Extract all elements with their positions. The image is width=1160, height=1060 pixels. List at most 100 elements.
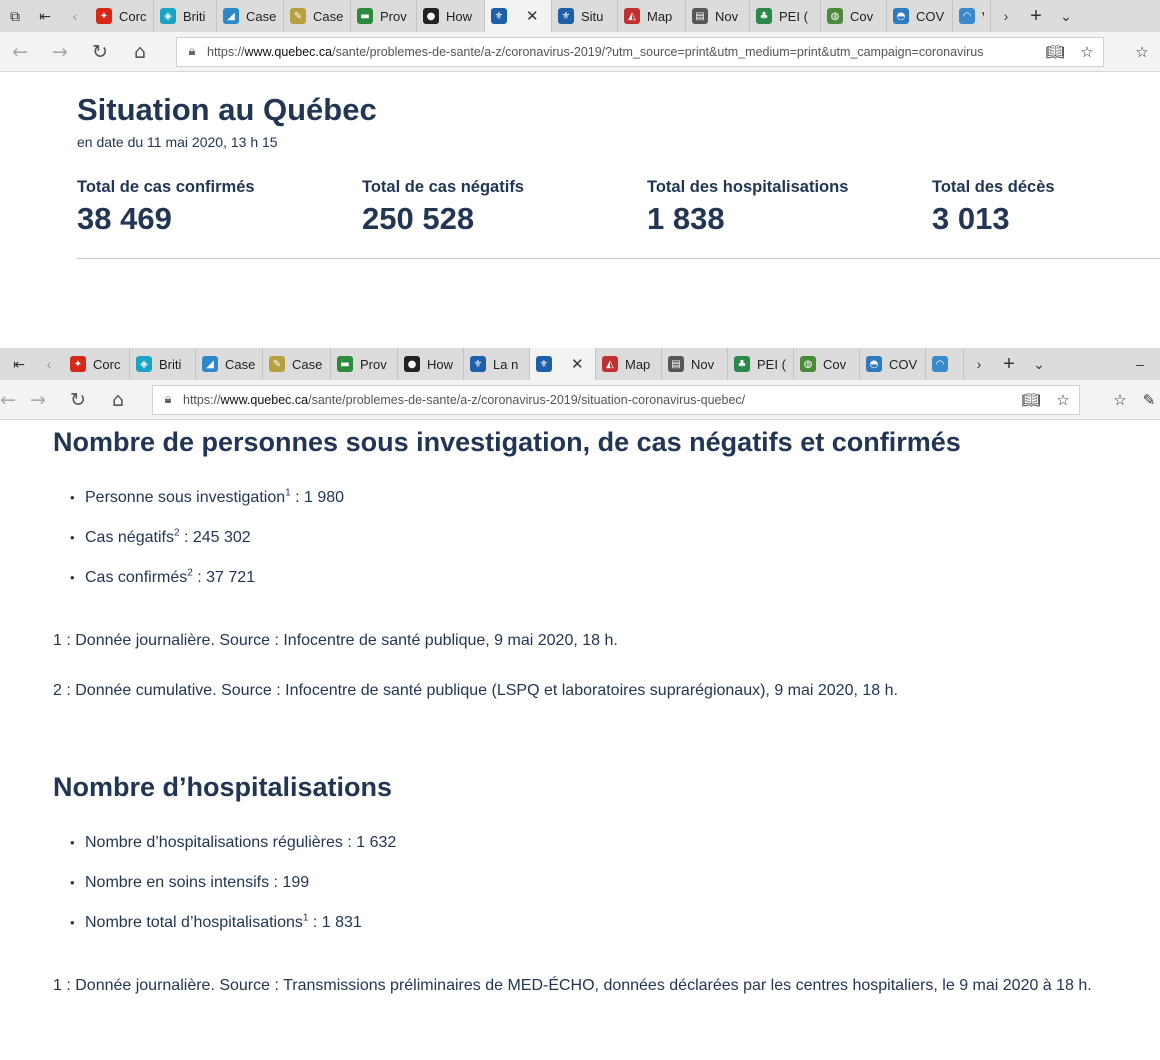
scroll-tabs-left-icon[interactable]: ‹ <box>34 348 64 380</box>
bc-logo-icon: ◈ <box>136 356 152 372</box>
browser-tab[interactable]: ♣ PEI ( <box>750 0 821 32</box>
close-tab-icon[interactable]: ✕ <box>526 7 539 25</box>
list-item: • Nombre d’hospitalisations régulières : … <box>70 834 397 851</box>
browser-tab[interactable]: ▤ Nov <box>662 348 728 380</box>
stat-label: Total des décès <box>932 178 1055 196</box>
fleur-de-lis-icon: ⚜ <box>470 356 486 372</box>
favorite-star-icon[interactable]: ☆ <box>1047 391 1079 409</box>
stat-value: 38 469 <box>77 201 172 236</box>
scroll-tabs-right-icon[interactable]: › <box>991 0 1021 32</box>
browser-tab[interactable]: ⚜ Situ <box>552 0 618 32</box>
news-icon: ▤ <box>692 8 708 24</box>
stat-hospitalizations: Total des hospitalisations 1 838 <box>647 178 927 237</box>
forward-icon[interactable]: → <box>18 389 58 411</box>
tab-label: Cov <box>850 8 874 24</box>
browser-tab[interactable]: ◍ Cov <box>794 348 860 380</box>
back-icon[interactable]: ← <box>0 41 40 63</box>
browser-tab[interactable]: ● How <box>417 0 485 32</box>
url-field[interactable]: 🔒︎ https://www.quebec.ca/sante/problemes… <box>176 36 1104 67</box>
browser-tab[interactable]: ◠ <box>926 348 964 380</box>
browser-tab[interactable]: ▬ Prov <box>351 0 417 32</box>
scroll-tabs-left-icon[interactable]: ‹ <box>60 0 90 32</box>
browser-tab[interactable]: ● How <box>398 348 464 380</box>
nunavut-logo-icon: ◓ <box>893 8 909 24</box>
browser-tab[interactable]: ⚜ ✕ <box>485 0 552 32</box>
yukon-logo-icon: ◠ <box>959 8 975 24</box>
new-tab-icon[interactable]: + <box>994 348 1024 380</box>
tab-label: Case <box>313 8 344 24</box>
browser-tab[interactable]: ◓ COV <box>860 348 926 380</box>
browser-tab[interactable]: ◭ Map <box>596 348 662 380</box>
browser-tab[interactable]: ▤ Nov <box>686 0 750 32</box>
chart-icon: ◢ <box>202 356 218 372</box>
tab-label: Case <box>246 8 277 24</box>
browser-tab[interactable]: ▬ Prov <box>331 348 398 380</box>
list-item: • Nombre en soins intensifs : 199 <box>70 874 310 891</box>
globe-icon: ◍ <box>800 356 816 372</box>
url-field[interactable]: 🔒︎ https://www.quebec.ca/sante/problemes… <box>152 384 1080 415</box>
close-tab-icon[interactable]: ✕ <box>571 355 584 373</box>
minimize-icon[interactable]: – <box>1120 348 1160 380</box>
map-icon: ◭ <box>624 8 640 24</box>
pen-icon[interactable]: ✎ <box>1138 391 1160 409</box>
browser-tab[interactable]: ✎ Case <box>284 0 351 32</box>
address-bar-2: ← → ↻ ⌂ 🔒︎ https://www.quebec.ca/sante/p… <box>0 380 1160 420</box>
pei-logo-icon: ♣ <box>734 356 750 372</box>
stat-value: 3 013 <box>932 201 1010 236</box>
browser-tab[interactable]: ⚜ La n <box>464 348 530 380</box>
hospitalizations-list: • Nombre d’hospitalisations régulières : … <box>70 833 396 953</box>
tab-label: Case <box>292 356 323 372</box>
tab-label: Case <box>225 356 256 372</box>
favorites-hub-icon[interactable]: ☆ <box>1102 391 1138 409</box>
tab-label: PEI ( <box>779 8 808 24</box>
browser-tab[interactable]: ◈ Briti <box>154 0 217 32</box>
refresh-icon[interactable]: ↻ <box>80 41 120 63</box>
stat-value: 250 528 <box>362 201 475 236</box>
new-tab-icon[interactable]: + <box>1021 0 1051 32</box>
tab-label: Corc <box>119 8 147 24</box>
reading-view-icon[interactable]: 📖︎ <box>1015 391 1047 409</box>
browser-tab[interactable]: ◢ Case <box>196 348 263 380</box>
home-icon[interactable]: ⌂ <box>120 41 160 63</box>
browser-tab[interactable]: ✎ Case <box>263 348 331 380</box>
browser-tab[interactable]: ◭ Map <box>618 0 686 32</box>
tab-label: Cov <box>823 356 847 372</box>
browser-tab[interactable]: ◓ COV <box>887 0 953 32</box>
lock-icon: 🔒︎ <box>188 44 196 59</box>
browser-tab[interactable]: ✦ Corc <box>64 348 130 380</box>
back-icon[interactable]: ← <box>0 389 18 411</box>
tab-strip-1: ⧉ ⇤ ‹ ✦ Corc ◈ Briti ◢ Case ✎ Case ▬ Prov ● How ⚜ ✕ ⚜ S… <box>0 0 1160 32</box>
browser-tab[interactable]: ◠V <box>953 0 991 32</box>
tab-label: Prov <box>380 8 407 24</box>
favorites-hub-icon[interactable]: ☆ <box>1124 43 1160 61</box>
browser-tab[interactable]: ◍ Cov <box>821 0 887 32</box>
stat-label: Total de cas confirmés <box>77 178 255 196</box>
reading-view-icon[interactable]: 📖︎ <box>1039 43 1071 61</box>
browser-tab[interactable]: ◢ Case <box>217 0 284 32</box>
tab-list-icon[interactable]: ⌄ <box>1051 0 1081 32</box>
set-aside-tabs-icon[interactable]: ⇤ <box>30 0 60 32</box>
province-logo-icon: ▬ <box>357 8 373 24</box>
scroll-tabs-right-icon[interactable]: › <box>964 348 994 380</box>
set-aside-tabs-icon[interactable]: ⇤ <box>4 348 34 380</box>
refresh-icon[interactable]: ↻ <box>58 389 98 411</box>
list-item: • Personne sous investigation1 : 1 980 <box>70 487 345 506</box>
tab-list-icon[interactable]: ⌄ <box>1024 348 1054 380</box>
stat-value: 1 838 <box>647 201 725 236</box>
browser-tab[interactable]: ◈ Briti <box>130 348 196 380</box>
map-icon: ◭ <box>602 356 618 372</box>
circle-logo-icon: ● <box>404 356 420 372</box>
stat-negative: Total de cas négatifs 250 528 <box>362 178 642 237</box>
browser-tab[interactable]: ♣ PEI ( <box>728 348 794 380</box>
lock-icon: 🔒︎ <box>164 392 172 407</box>
list-item: • Cas confirmés2 : 37 721 <box>70 567 256 586</box>
browser-tab[interactable]: ✦ Corc <box>90 0 154 32</box>
favorite-star-icon[interactable]: ☆ <box>1071 43 1103 61</box>
tab-label: V <box>982 9 984 24</box>
tab-label: Corc <box>93 356 121 372</box>
browser-tab[interactable]: ⚜ ✕ <box>530 348 596 380</box>
tab-label: COV <box>889 356 918 372</box>
home-icon[interactable]: ⌂ <box>98 389 138 411</box>
forward-icon[interactable]: → <box>40 41 80 63</box>
tab-actions-icon[interactable]: ⧉ <box>0 0 30 32</box>
